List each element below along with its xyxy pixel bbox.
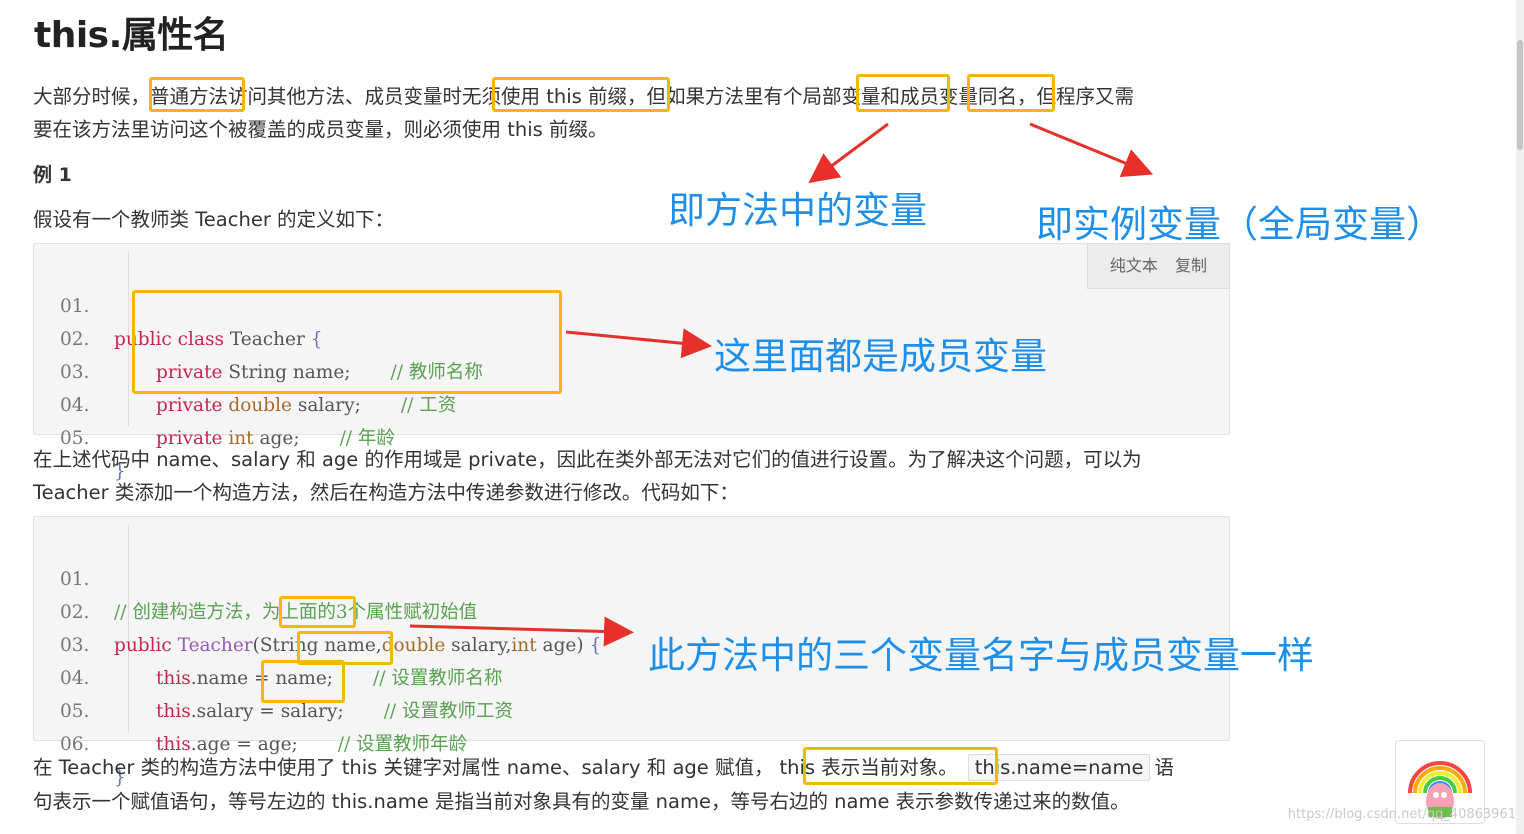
annotation-members: 这里面都是成员变量 [714,335,1047,378]
annotation-params: 此方法中的三个变量名字与成员变量一样 [648,634,1314,677]
annotation-arrows [409,122,1154,647]
scrollbar-thumb[interactable] [1517,40,1523,150]
annotation-local-var: 即方法中的变量 [668,189,927,232]
arrow-members [565,328,712,359]
arrow-params [409,616,634,647]
arrow-instance-var [1029,122,1154,178]
annotation-instance-var: 即实例变量（全局变量） [1036,203,1443,246]
watermark: https://blog.csdn.net/qq_40863961 [1287,807,1516,822]
arrow-local-var [808,122,889,184]
